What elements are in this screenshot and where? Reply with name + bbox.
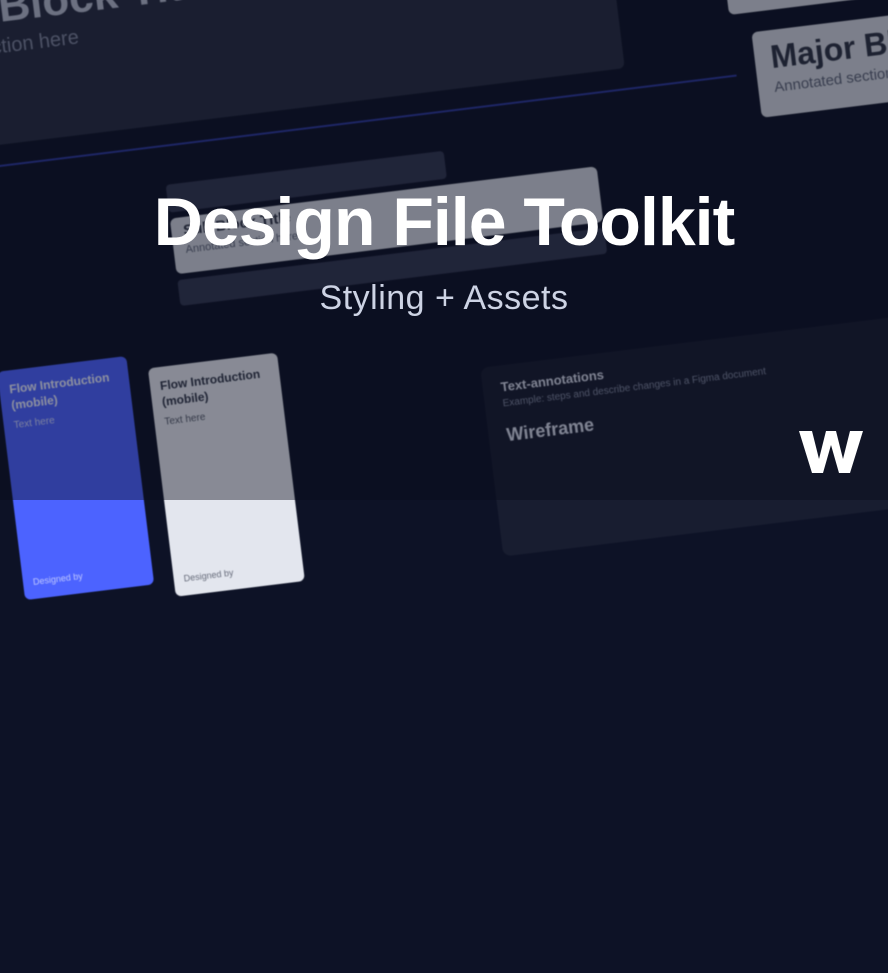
card-footer: Designed by <box>32 564 143 589</box>
w-logo-icon <box>796 425 866 479</box>
hero: Design File Toolkit Styling + Assets <box>0 0 888 500</box>
hero-title: Design File Toolkit <box>154 183 734 261</box>
hero-subtitle: Styling + Assets <box>320 279 569 318</box>
card-footer: Designed by <box>183 561 294 586</box>
logo-w <box>796 425 866 484</box>
